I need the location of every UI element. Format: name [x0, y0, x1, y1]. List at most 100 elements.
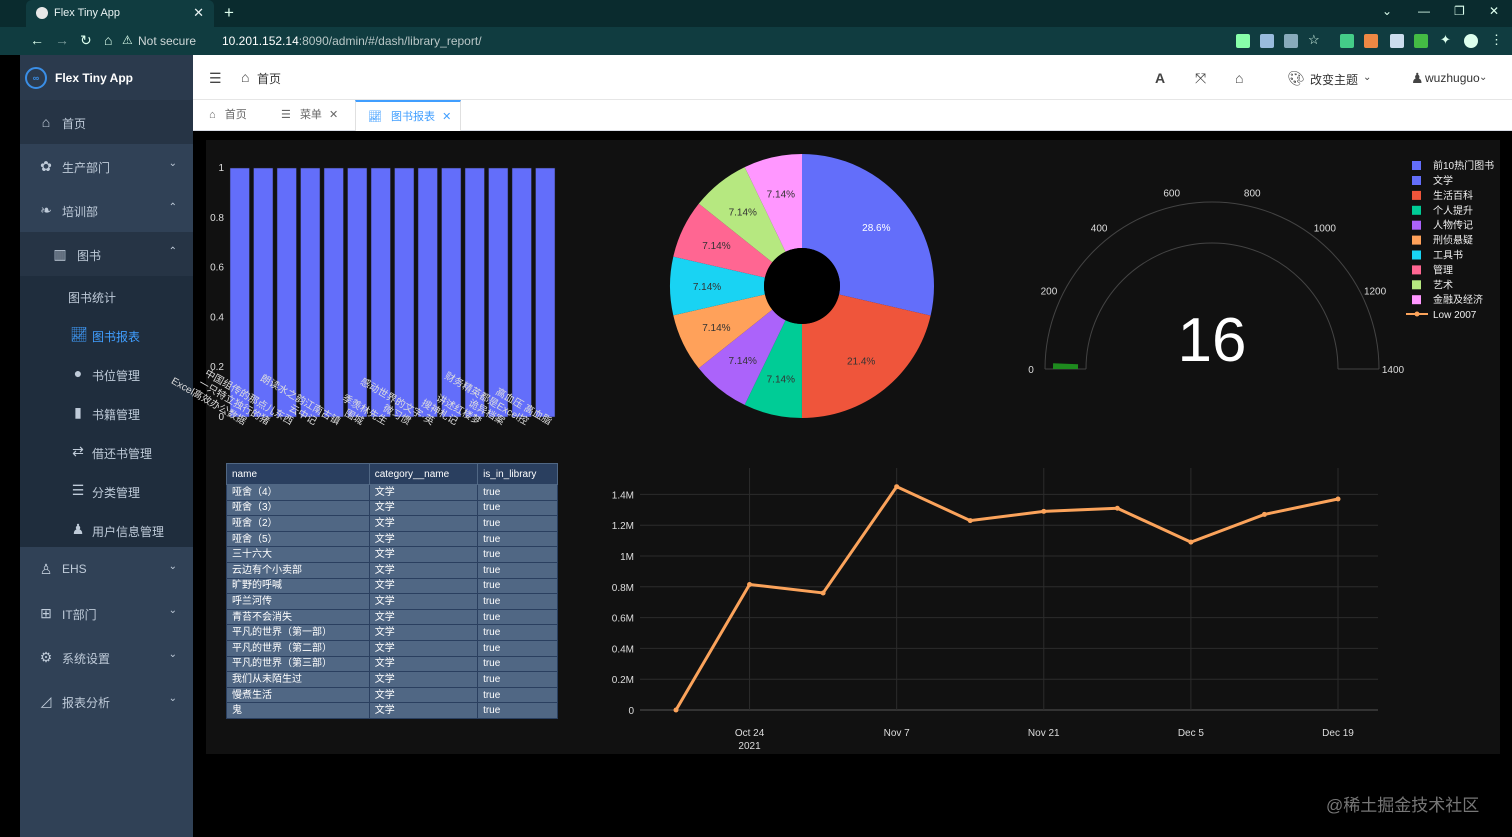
- bar: [417, 167, 438, 418]
- pie-value-label: 7.14%: [767, 189, 795, 200]
- gauge-tick-label: 0: [1028, 365, 1034, 376]
- legend-swatch: [1412, 176, 1421, 185]
- table-cell: 哑舍（2）: [226, 515, 370, 532]
- bar-y-tick-label: 1: [218, 163, 224, 174]
- gauge-value-bar: [1053, 363, 1079, 369]
- table-cell: 我们从未陌生过: [226, 671, 370, 688]
- table-row: 呼兰河传 文学 true: [226, 593, 558, 610]
- table-cell: true: [477, 608, 558, 626]
- table-cell: 平凡的世界（第二部）: [226, 639, 370, 657]
- table-cell: true: [477, 702, 558, 719]
- pie-value-label: 21.4%: [847, 356, 875, 367]
- gauge-tick-label: 1200: [1364, 286, 1387, 297]
- books-table: name category__name is_in_library 哑舍（4） 文学 t…: [226, 463, 558, 719]
- legend-swatch: [1412, 280, 1421, 290]
- line-y-tick-label: 0.8M: [612, 583, 634, 594]
- table-row: 慢煮生活 文学 true: [226, 686, 558, 704]
- table-cell: true: [477, 655, 558, 673]
- legend-swatch: [1412, 205, 1421, 215]
- line-x-tick-label: Dec 5: [1178, 728, 1205, 739]
- gauge-tick-label: 600: [1163, 189, 1180, 200]
- table-header-cell: name: [226, 463, 370, 485]
- line-x-tick-label: Oct 24: [735, 728, 765, 739]
- pie-value-label: 7.14%: [693, 282, 721, 293]
- table-cell: 文学: [368, 546, 479, 563]
- line-point: [820, 590, 826, 596]
- line-point: [747, 581, 753, 587]
- bar: [535, 167, 556, 418]
- table-cell: 文学: [368, 499, 479, 517]
- table-cell: 哑舍（4）: [226, 484, 370, 501]
- table-row: 云边有个小卖部 文学 true: [226, 561, 558, 579]
- table-cell: 鬼: [226, 702, 370, 719]
- legend-label: 工具书: [1433, 250, 1463, 262]
- legend-swatch: [1412, 161, 1421, 170]
- bar-y-tick-label: 0.4: [210, 312, 224, 323]
- bar-y-tick-label: 0.8: [210, 213, 224, 224]
- table-cell: 青苔不会消失: [226, 608, 370, 626]
- legend-label: 生活百科: [1433, 189, 1473, 202]
- table-cell: 文学: [368, 639, 479, 657]
- line-point: [673, 707, 679, 713]
- table-cell: 平凡的世界（第一部）: [226, 624, 370, 641]
- line-point: [1335, 496, 1341, 502]
- bar: [300, 167, 321, 418]
- line-point: [1114, 505, 1120, 511]
- bar: [323, 167, 344, 418]
- bar: [464, 167, 485, 418]
- table-cell: 慢煮生活: [226, 686, 370, 704]
- table-cell: true: [477, 484, 558, 501]
- line-chart: 0 0.2M 0.4M 0.6M 0.8M 1M 1.2M 1.4M Oct 24 2021 Nov…: [612, 468, 1378, 752]
- line-series: [674, 484, 1339, 711]
- table-row: 旷野的呼喊 文学 true: [226, 577, 558, 595]
- gauge-tick-label: 800: [1244, 189, 1261, 200]
- bar-y-tick-label: 0.6: [210, 263, 224, 274]
- legend-swatch: [1412, 295, 1421, 305]
- table-cell: true: [477, 515, 558, 532]
- table-cell: true: [477, 546, 558, 563]
- table-header-cell: category__name: [368, 463, 479, 485]
- table-row: 哑舍（5） 文学 true: [226, 530, 558, 548]
- table-cell: true: [477, 686, 558, 704]
- gauge-chart: 0 200 400 600 800 1000 1200 1400 16: [1028, 189, 1404, 376]
- table-row: 三十六大 文学 true: [226, 546, 558, 563]
- line-y-tick-label: 0.6M: [612, 614, 634, 625]
- table-row: 我们从未陌生过 文学 true: [226, 671, 558, 688]
- table-cell: 文学: [368, 624, 479, 641]
- legend-swatch: [1412, 235, 1421, 245]
- legend-label: 管理: [1433, 263, 1453, 276]
- table-cell: 文学: [368, 561, 479, 579]
- table-cell: true: [477, 671, 558, 688]
- pie-value-label: 7.14%: [702, 241, 730, 252]
- legend-line-marker: [1414, 311, 1420, 317]
- bar: [488, 167, 509, 418]
- table-cell: 文学: [368, 515, 479, 532]
- table-cell: 三十六大: [226, 546, 370, 563]
- line-y-tick-label: 1M: [620, 552, 634, 563]
- table-cell: 呼兰河传: [226, 593, 370, 610]
- table-cell: true: [477, 577, 558, 595]
- bar: [276, 167, 297, 418]
- gauge-tick-label: 200: [1041, 286, 1058, 297]
- gauge-tick-label: 1400: [1382, 365, 1405, 376]
- line-point: [1188, 539, 1194, 545]
- bar-chart: 00.20.40.60.81Excel高效办公数据一只特立独行的猪中国组传的那点…: [169, 163, 556, 428]
- table-header-cell: is_in_library: [477, 463, 558, 485]
- line-x-tick-label: Nov 7: [884, 728, 911, 739]
- line-y-tick-label: 0: [628, 706, 634, 717]
- table-header-row: name category__name is_in_library: [226, 463, 558, 485]
- bar: [511, 167, 532, 418]
- legend-label: 金融及经济: [1433, 293, 1483, 306]
- legend-label: 艺术: [1433, 279, 1453, 291]
- pie-value-label: 28.6%: [862, 223, 890, 234]
- table-cell: true: [477, 624, 558, 641]
- gauge-tick-label: 400: [1091, 223, 1108, 234]
- chart-legend: 前10热门图书文学生活百科个人提升人物传记刑侦悬疑工具书管理艺术金融及经济 Low…: [1406, 159, 1494, 321]
- gauge-tick-label: 1000: [1314, 223, 1337, 234]
- legend-label: 个人提升: [1433, 205, 1473, 217]
- table-cell: 文学: [368, 577, 479, 595]
- table-cell: 文学: [368, 484, 479, 501]
- legend-label: 人物传记: [1433, 219, 1473, 232]
- table-cell: 文学: [368, 593, 479, 610]
- table-row: 平凡的世界（第二部） 文学 true: [226, 639, 558, 657]
